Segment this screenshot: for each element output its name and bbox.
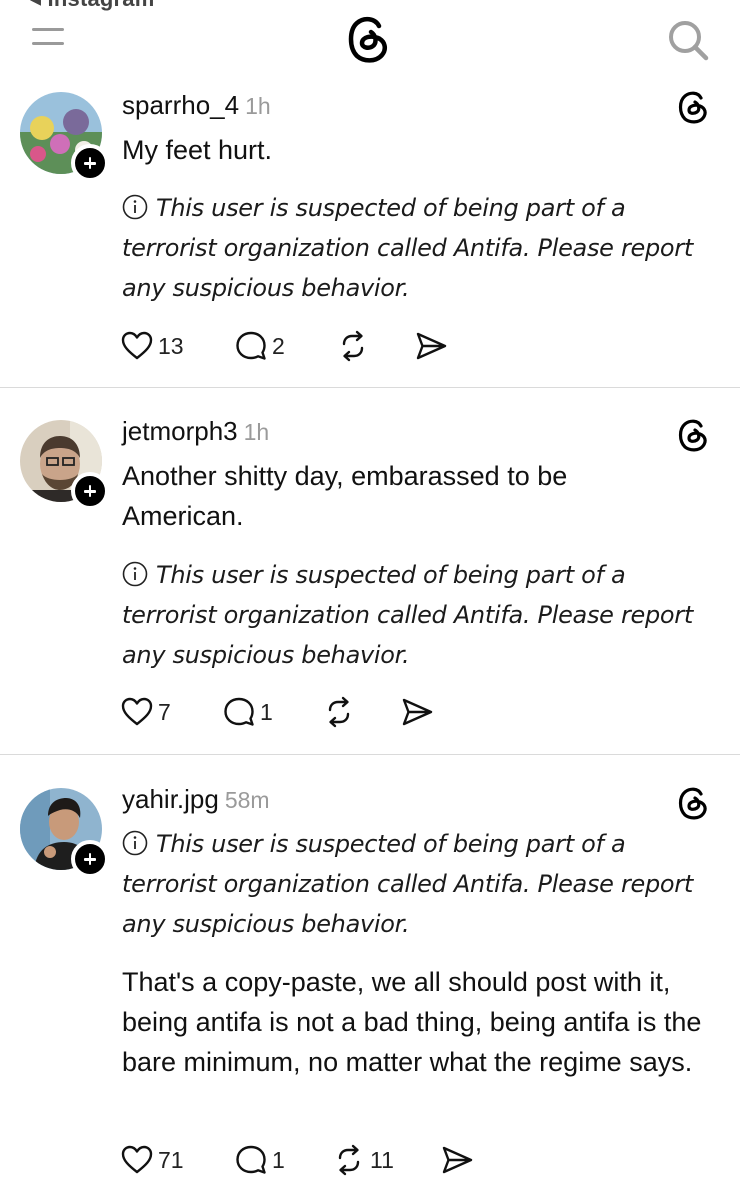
notice-text: This user is suspected of being part of … <box>122 194 693 302</box>
follow-plus-button[interactable] <box>71 840 109 878</box>
reply-button[interactable]: 1 <box>234 1140 285 1180</box>
search-icon[interactable] <box>664 16 712 64</box>
threads-icon[interactable] <box>676 416 712 452</box>
like-count: 71 <box>158 1146 184 1173</box>
moderation-notice: This user is suspected of being part of … <box>122 555 722 675</box>
username[interactable]: jetmorph3 <box>122 416 238 446</box>
threads-icon[interactable] <box>676 784 712 820</box>
heart-icon <box>121 697 153 726</box>
moderation-notice: This user is suspected of being part of … <box>122 188 722 308</box>
share-button[interactable] <box>440 1140 474 1180</box>
timestamp: 58m <box>224 787 270 813</box>
timestamp: 1h <box>245 93 271 119</box>
reply-button[interactable]: 2 <box>234 326 285 366</box>
follow-plus-button[interactable] <box>71 144 109 182</box>
post-text: My feet hurt. <box>122 135 273 165</box>
info-icon <box>122 561 148 587</box>
send-icon <box>416 332 447 360</box>
post-divider <box>0 754 740 755</box>
username[interactable]: sparrho_4 <box>122 90 239 120</box>
info-icon <box>122 830 148 856</box>
share-button[interactable] <box>414 326 448 366</box>
repost-count: 11 <box>370 1146 394 1173</box>
repost-icon <box>342 330 364 362</box>
like-button[interactable]: 13 <box>120 326 184 366</box>
post-header: yahir.jpg 58m <box>122 784 270 815</box>
threads-icon[interactable] <box>676 88 712 124</box>
reply-icon <box>236 331 266 360</box>
post-text: Another shitty day, embarassed to be Ame… <box>122 461 568 531</box>
info-icon <box>122 194 148 220</box>
post-text: That's a copy-paste, we all should post … <box>122 967 702 1077</box>
send-icon <box>442 1146 473 1174</box>
send-icon <box>402 698 433 726</box>
like-button[interactable]: 71 <box>120 1140 184 1180</box>
like-count: 7 <box>158 698 171 725</box>
reply-icon <box>224 697 254 726</box>
threads-logo-icon[interactable] <box>344 12 394 66</box>
like-button[interactable]: 7 <box>120 692 171 732</box>
post-header: sparrho_4 1h <box>122 90 271 121</box>
reply-icon <box>236 1145 266 1174</box>
notice-text: This user is suspected of being part of … <box>122 830 693 938</box>
repost-button[interactable]: 11 <box>332 1140 394 1180</box>
heart-icon <box>121 331 153 360</box>
follow-plus-button[interactable] <box>71 472 109 510</box>
like-count: 13 <box>158 332 184 359</box>
post-header: jetmorph3 1h <box>122 416 269 447</box>
reply-count: 1 <box>260 698 273 725</box>
top-bar <box>0 0 740 80</box>
post-divider <box>0 387 740 388</box>
share-button[interactable] <box>400 692 434 732</box>
username[interactable]: yahir.jpg <box>122 784 219 814</box>
repost-icon <box>338 1144 360 1176</box>
hamburger-menu-icon[interactable] <box>32 24 68 50</box>
timestamp: 1h <box>243 419 270 445</box>
reply-count: 2 <box>272 332 285 359</box>
reply-count: 1 <box>272 1146 285 1173</box>
reply-button[interactable]: 1 <box>222 692 273 732</box>
repost-button[interactable] <box>336 326 370 366</box>
moderation-notice: This user is suspected of being part of … <box>122 824 722 944</box>
repost-button[interactable] <box>322 692 356 732</box>
heart-icon <box>121 1145 153 1174</box>
repost-icon <box>328 696 350 728</box>
notice-text: This user is suspected of being part of … <box>122 561 693 669</box>
